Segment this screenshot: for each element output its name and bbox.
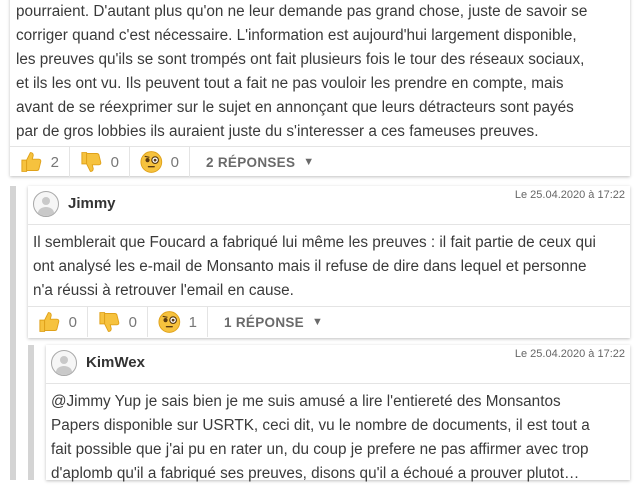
chevron-down-icon: ▼ xyxy=(303,156,315,168)
doubt-count: 1 xyxy=(188,313,197,331)
reply-card: Jimmy Le 25.04.2020 à 17:22 Il semblerai… xyxy=(28,186,630,338)
thumbs-down-icon xyxy=(99,312,120,332)
comment-text-line: avant de se réexprimer sur le sujet en a… xyxy=(16,99,574,116)
thumbs-up-icon xyxy=(39,312,60,332)
default-avatar-icon[interactable] xyxy=(33,191,59,217)
comment-header: KimWex Le 25.04.2020 à 17:22 xyxy=(46,345,630,384)
thread-line xyxy=(28,345,34,480)
comment-date: Le 25.04.2020 à 17:22 xyxy=(514,189,625,201)
doubt-reaction-button[interactable]: 1 xyxy=(148,307,208,337)
reaction-bar: 0 0 1 1 RÉPONSE ▼ xyxy=(28,306,630,337)
comment-text-line: fait possible que j'ai pu en rater un, d… xyxy=(51,441,589,458)
monocle-face-icon xyxy=(140,151,163,173)
dislike-reaction-button[interactable]: 0 xyxy=(88,307,148,337)
comment-text-line: par de gros lobbies ils auraient juste d… xyxy=(16,123,539,140)
reply-card: KimWex Le 25.04.2020 à 17:22 @Jimmy Yup … xyxy=(46,345,630,482)
comment-text-line: corriger quand c'est nécessaire. L'infor… xyxy=(16,27,577,44)
comment-text-line: les preuves qu'ils se sont trompés ont f… xyxy=(16,51,585,68)
comment-body: @Jimmy Yup je sais bien je me suis amusé… xyxy=(46,384,630,486)
replies-label: 2 RÉPONSES xyxy=(206,154,296,170)
dislike-count: 0 xyxy=(128,313,137,331)
author-name[interactable]: KimWex xyxy=(86,354,145,371)
doubt-reaction-button[interactable]: 0 xyxy=(130,147,190,177)
author-name[interactable]: Jimmy xyxy=(68,195,116,212)
like-count: 0 xyxy=(68,313,77,331)
comment-text-line: Papers disponible sur USRTK, ceci dit, v… xyxy=(51,417,590,434)
dislike-count: 0 xyxy=(110,153,119,171)
thumbs-up-icon xyxy=(21,152,42,172)
comment-body: Il semblerait que Foucard a fabriqué lui… xyxy=(28,225,630,303)
comment-text-line: pourraient. D'autant plus qu'on ne leur … xyxy=(16,3,588,20)
thumbs-down-icon xyxy=(81,152,102,172)
doubt-count: 0 xyxy=(170,153,179,171)
chevron-down-icon: ▼ xyxy=(311,316,324,328)
comment-date: Le 25.04.2020 à 17:22 xyxy=(514,348,625,360)
comment-text-line: d'aplomb qu'il a fabriqué ses preuves, d… xyxy=(51,465,580,482)
comment-body: pourraient. D'autant plus qu'on ne leur … xyxy=(10,0,630,144)
reaction-bar: 2 0 0 2 RÉPONSES ▼ xyxy=(10,146,630,177)
like-reaction-button[interactable]: 2 xyxy=(10,147,70,177)
comment-text-line: ont analysé les e-mail de Monsanto mais … xyxy=(33,258,587,275)
comment-text-line: n'a réussi à retrouver l'email en cause. xyxy=(33,282,294,299)
replies-toggle[interactable]: 1 RÉPONSE ▼ xyxy=(208,307,323,337)
comment-text-line: Il semblerait que Foucard a fabriqué lui… xyxy=(33,234,596,251)
comment-text-line: @Jimmy Yup je sais bien je me suis amusé… xyxy=(51,393,561,410)
like-reaction-button[interactable]: 0 xyxy=(28,307,88,337)
comment-header: Jimmy Le 25.04.2020 à 17:22 xyxy=(28,186,630,225)
thread-line xyxy=(10,186,16,480)
default-avatar-icon[interactable] xyxy=(51,350,77,376)
comment-text-line: et ils les ont vu. Ils peuvent tout a fa… xyxy=(16,75,564,92)
monocle-face-icon xyxy=(158,311,181,333)
dislike-reaction-button[interactable]: 0 xyxy=(70,147,130,177)
replies-label: 1 RÉPONSE xyxy=(224,314,304,330)
comment-card: pourraient. D'autant plus qu'on ne leur … xyxy=(10,0,630,177)
replies-toggle[interactable]: 2 RÉPONSES ▼ xyxy=(190,147,314,177)
like-count: 2 xyxy=(50,153,59,171)
